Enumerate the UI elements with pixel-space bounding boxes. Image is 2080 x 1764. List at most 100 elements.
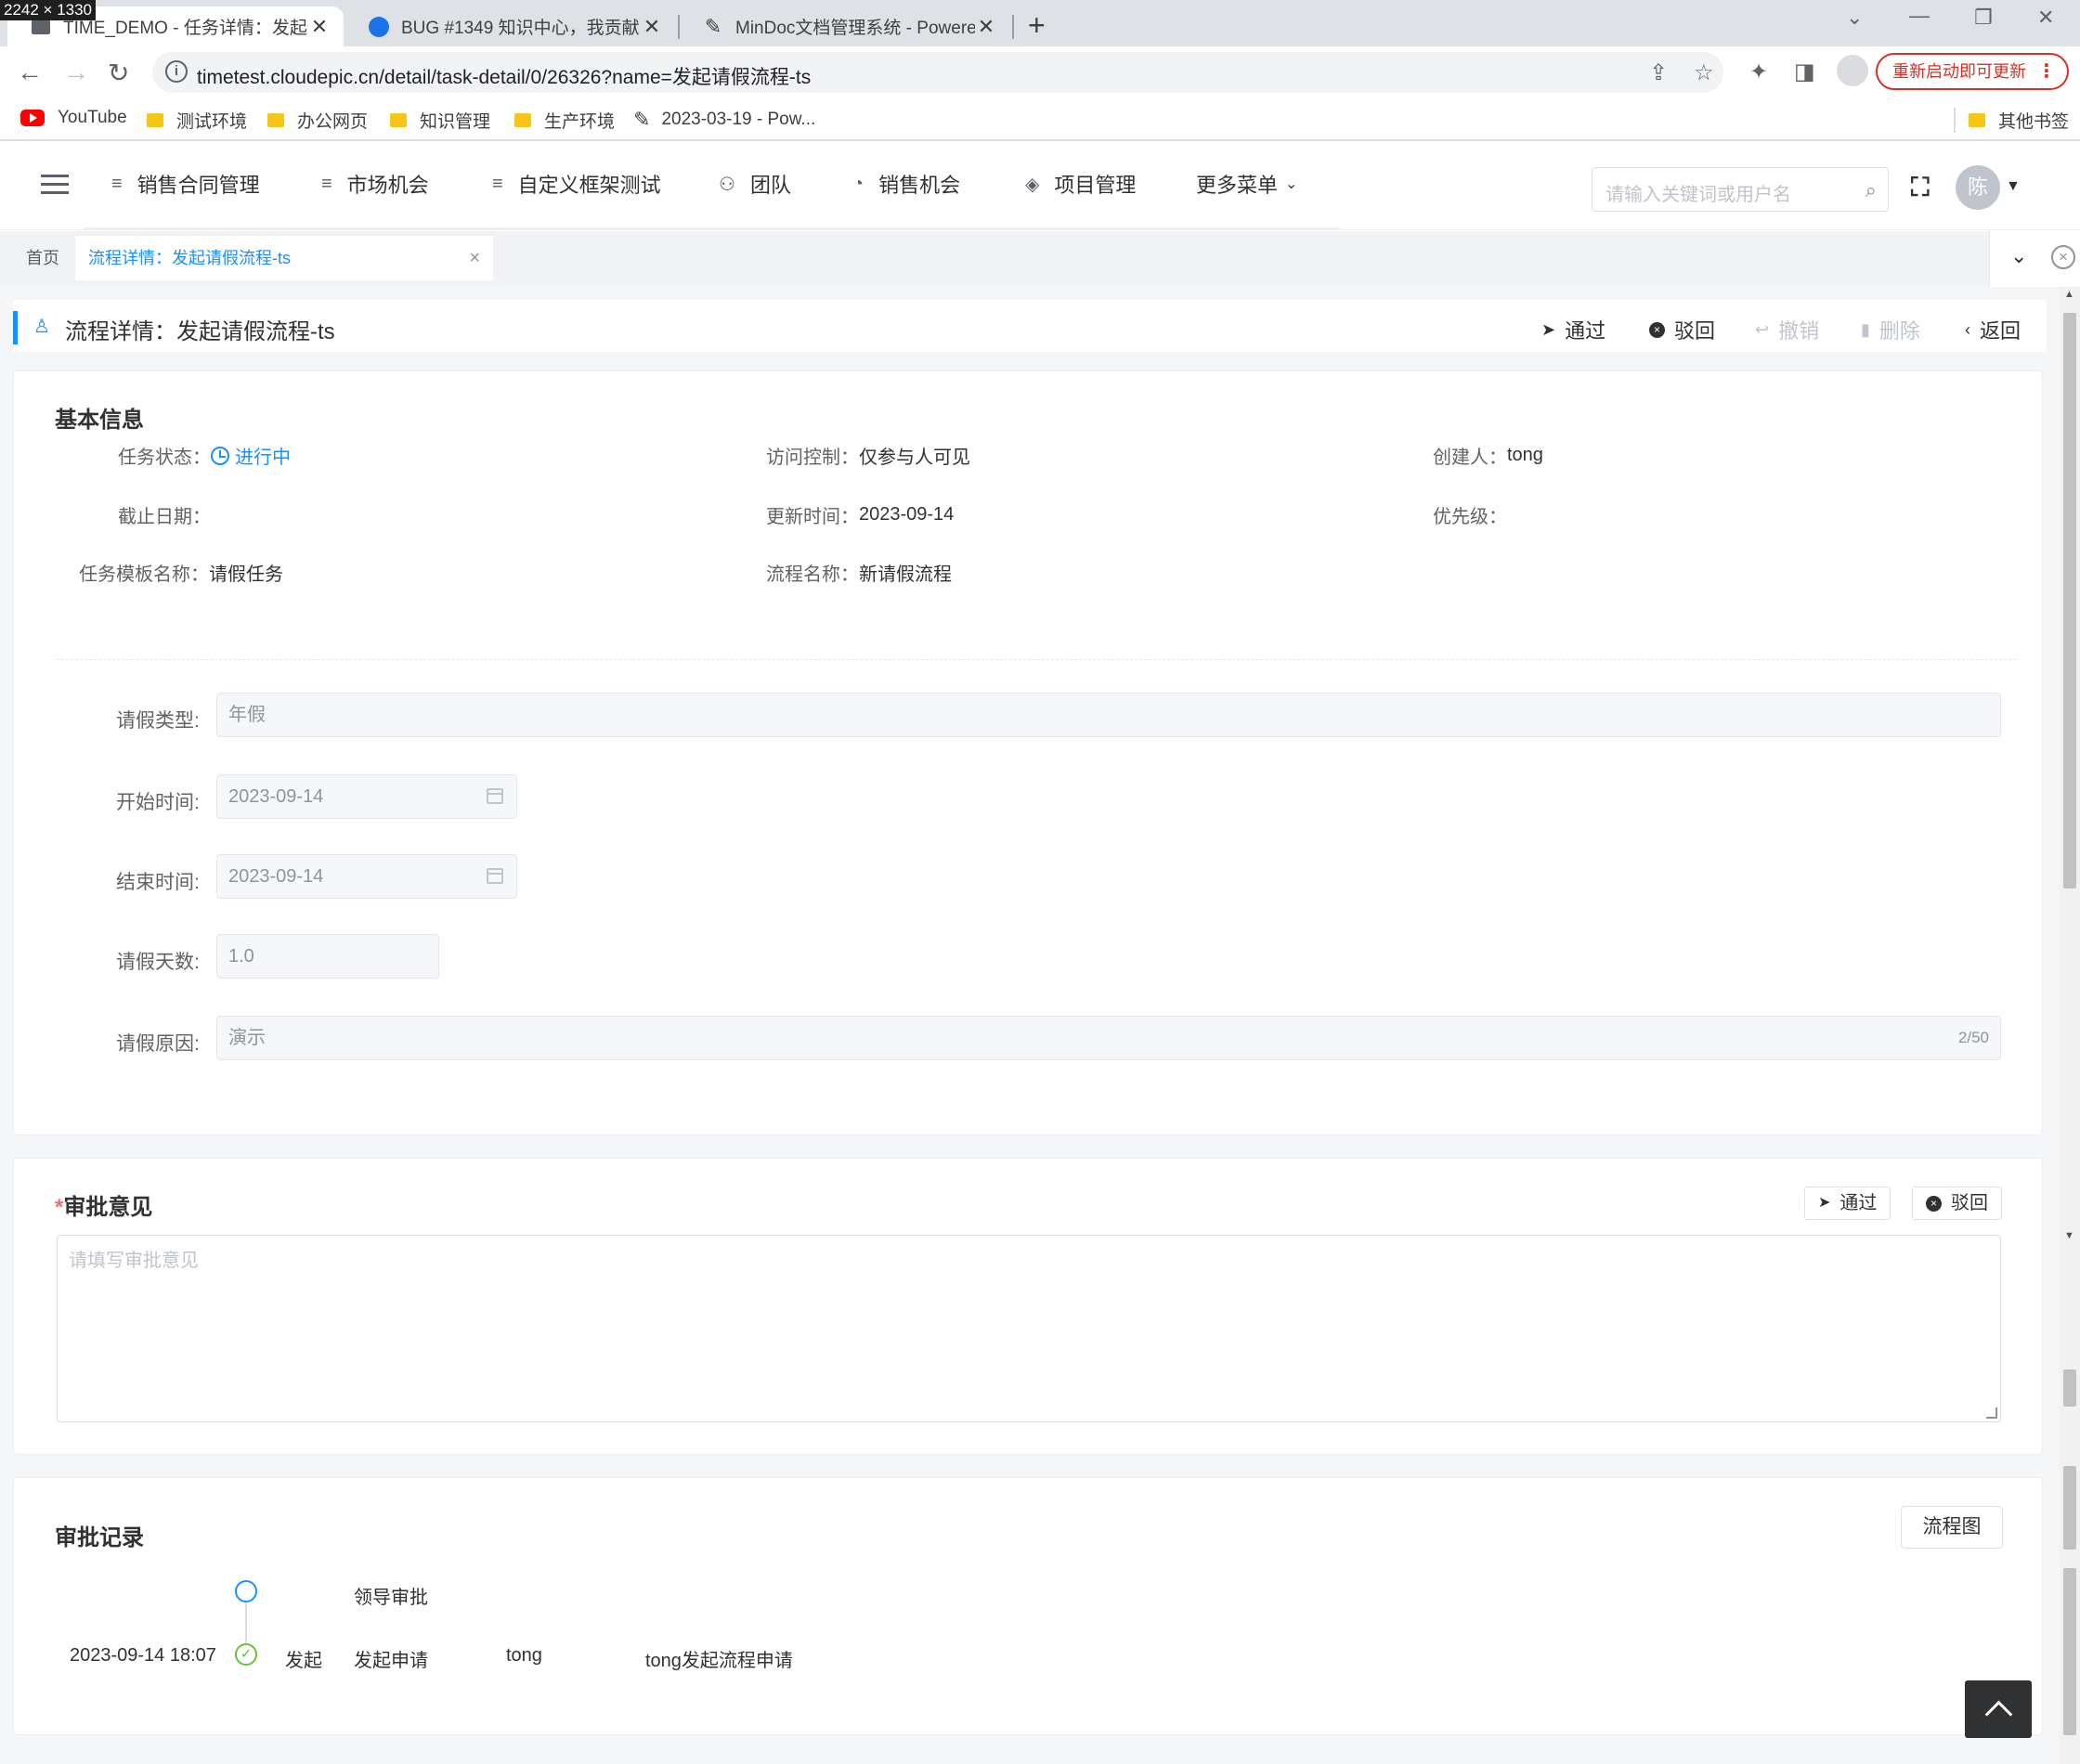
scroll-up-icon[interactable]: ▲ bbox=[2064, 289, 2074, 300]
side-panel-icon[interactable]: ◨ bbox=[1794, 58, 1815, 85]
deadline: 截止日期： bbox=[118, 501, 211, 528]
bookmark-youtube[interactable]: YouTube bbox=[20, 108, 127, 128]
bookmark-label: 生产环境 bbox=[544, 112, 616, 132]
menu-team[interactable]: ⚇ 团队 bbox=[719, 169, 791, 199]
pass-button[interactable]: ➤ 通过 bbox=[1541, 315, 1606, 344]
tab-close-icon[interactable]: ✕ bbox=[975, 15, 997, 39]
bookmark-star-icon[interactable]: ☆ bbox=[1694, 59, 1714, 86]
close-all-tags-icon[interactable]: × bbox=[2051, 245, 2075, 269]
menu-more[interactable]: 更多菜单 ⌄ bbox=[1196, 169, 1297, 199]
tag-current[interactable]: 流程详情：发起请假流程-ts × bbox=[75, 236, 493, 280]
bookmark-folder[interactable]: 知识管理 bbox=[390, 108, 490, 133]
menu-label: 项目管理 bbox=[1054, 174, 1137, 197]
section-title: 审批记录 bbox=[55, 1525, 144, 1550]
leave-days-label: 请假天数: bbox=[116, 952, 200, 973]
undo-icon: ↩ bbox=[1755, 319, 1770, 339]
forward-icon[interactable]: → bbox=[63, 58, 89, 87]
update-button[interactable]: 重新启动即可更新 ⋮ bbox=[1876, 53, 2069, 90]
inner-scrollbar-thumb[interactable] bbox=[2063, 1466, 2076, 1550]
flowchart-button[interactable]: 流程图 bbox=[1901, 1506, 2003, 1549]
share-icon[interactable]: ⇪ bbox=[1649, 59, 1668, 86]
tags-controls: ⌄ × bbox=[1989, 231, 2080, 287]
extensions-icon[interactable]: ✦ bbox=[1749, 58, 1768, 85]
start-date-field[interactable]: 2023-09-14 bbox=[216, 774, 517, 819]
field-label: 更新时间： bbox=[766, 507, 859, 527]
reload-icon[interactable]: ↻ bbox=[108, 58, 129, 88]
button-label: 通过 bbox=[1840, 1193, 1878, 1213]
caret-down-icon[interactable]: ▼ bbox=[2006, 178, 2021, 195]
bookmark-folder[interactable]: 办公网页 bbox=[267, 108, 368, 133]
approval-reject-button[interactable]: × 驳回 bbox=[1912, 1187, 2002, 1220]
tags-dropdown-icon[interactable]: ⌄ bbox=[2010, 244, 2027, 268]
reject-button[interactable]: × 驳回 bbox=[1649, 315, 1715, 344]
tag-home[interactable]: 首页 bbox=[13, 236, 72, 280]
close-window-icon[interactable]: ✕ bbox=[2037, 6, 2054, 30]
tab-search-chevron-icon[interactable]: ⌄ bbox=[1846, 6, 1863, 30]
bookmark-page[interactable]: ✎ 2023-03-19 - Pow... bbox=[633, 108, 815, 132]
field-value: 请假任务 bbox=[209, 564, 283, 585]
approval-pass-button[interactable]: ➤ 通过 bbox=[1804, 1187, 1892, 1220]
end-date-field[interactable]: 2023-09-14 bbox=[216, 854, 517, 899]
menu-sales-contract[interactable]: ≡ 销售合同管理 bbox=[111, 169, 260, 199]
field-label: 访问控制： bbox=[766, 447, 859, 468]
page-scrollbar[interactable]: ▲ ▼ bbox=[2060, 287, 2080, 1764]
back-icon[interactable]: ← bbox=[17, 58, 43, 87]
folder-icon bbox=[267, 113, 284, 127]
bookmark-label: YouTube bbox=[58, 108, 127, 127]
minimize-icon[interactable]: — bbox=[1909, 4, 1930, 28]
menu-custom-framework[interactable]: ≡ 自定义框架测试 bbox=[492, 169, 661, 199]
resize-grip-icon[interactable] bbox=[1986, 1407, 1997, 1419]
leave-type-field[interactable]: 年假 bbox=[216, 693, 2001, 737]
tag-close-icon[interactable]: × bbox=[469, 236, 480, 280]
back-button[interactable]: ‹ 返回 bbox=[1965, 315, 2021, 344]
field-value: 仅参与人可见 bbox=[859, 447, 970, 468]
check-circle-icon: ✓ bbox=[235, 1643, 257, 1666]
tab-close-icon[interactable]: ✕ bbox=[308, 15, 331, 39]
folder-icon bbox=[147, 113, 163, 127]
scrollbar-thumb[interactable] bbox=[2063, 313, 2076, 888]
menu-project[interactable]: ◈ 项目管理 bbox=[1025, 169, 1136, 199]
bookmark-label: 测试环境 bbox=[176, 112, 248, 132]
field-value: 演示 bbox=[228, 1028, 266, 1048]
delete-button[interactable]: ▮ 删除 bbox=[1861, 315, 1920, 344]
site-info-icon[interactable]: i bbox=[165, 60, 188, 83]
field-label: 流程名称： bbox=[766, 564, 859, 585]
other-bookmarks[interactable]: 其他书签 bbox=[1954, 108, 2069, 133]
approval-comment-input[interactable]: 请填写审批意见 bbox=[57, 1235, 2001, 1422]
creator: 创建人： tong bbox=[1433, 442, 1543, 469]
browser-tab[interactable]: BUG #1349 知识中心，我贡献的 ✕ bbox=[345, 6, 676, 46]
avatar[interactable]: 陈 bbox=[1956, 165, 2000, 210]
divider bbox=[57, 659, 2016, 660]
records-card: 审批记录 流程图 领导审批 2023-09-14 18:07 ✓ 发起 发起申请… bbox=[13, 1477, 2043, 1735]
tab-title: BUG #1349 知识中心，我贡献的 bbox=[401, 19, 641, 38]
address-bar[interactable]: i timetest.cloudepic.cn/detail/task-deta… bbox=[152, 52, 1723, 93]
leave-reason-field[interactable]: 演示 2/50 bbox=[216, 1016, 2001, 1060]
new-tab-button[interactable]: + bbox=[1028, 8, 1046, 43]
bookmark-folder[interactable]: 生产环境 bbox=[514, 108, 615, 133]
record-node: 发起申请 bbox=[354, 1651, 428, 1671]
revoke-button[interactable]: ↩ 撤销 bbox=[1755, 315, 1819, 344]
leave-days-field[interactable]: 1.0 bbox=[216, 934, 439, 979]
scroll-down-icon[interactable]: ▼ bbox=[2064, 1230, 2074, 1241]
inner-scrollbar-thumb[interactable] bbox=[2063, 1568, 2076, 1735]
restore-icon[interactable]: ❐ bbox=[1974, 6, 1993, 30]
menu-market-opportunity[interactable]: ≡ 市场机会 bbox=[321, 169, 429, 199]
bookmark-folder[interactable]: 测试环境 bbox=[147, 108, 247, 133]
profile-icon[interactable] bbox=[1837, 55, 1868, 86]
scroll-to-top-button[interactable] bbox=[1965, 1680, 2032, 1738]
url-text[interactable]: timetest.cloudepic.cn/detail/task-detail… bbox=[197, 62, 811, 90]
browser-tab[interactable]: ✎ MinDoc文档管理系统 - Powere ✕ bbox=[680, 6, 1010, 46]
menu-sales-opportunity[interactable]: ◔ 销售机会 bbox=[852, 169, 960, 199]
close-circle-icon: × bbox=[1649, 321, 1665, 338]
field-label: 截止日期： bbox=[118, 507, 211, 527]
search-icon[interactable]: ⌕ bbox=[1866, 178, 1877, 202]
tab-close-icon[interactable]: ✕ bbox=[641, 15, 663, 39]
hamburger-icon[interactable] bbox=[41, 175, 69, 195]
button-label: 返回 bbox=[1980, 319, 2022, 343]
bookmark-label: 2023-03-19 - Pow... bbox=[661, 110, 816, 129]
record-time: 2023-09-14 18:07 bbox=[70, 1645, 216, 1666]
fullscreen-icon[interactable]: ⛶ bbox=[1911, 173, 1930, 203]
search-input[interactable]: 请输入关键词或用户名 ⌕ bbox=[1592, 167, 1889, 212]
inner-scrollbar-thumb[interactable] bbox=[2063, 1369, 2076, 1407]
section-title-text: 审批意见 bbox=[63, 1195, 153, 1220]
